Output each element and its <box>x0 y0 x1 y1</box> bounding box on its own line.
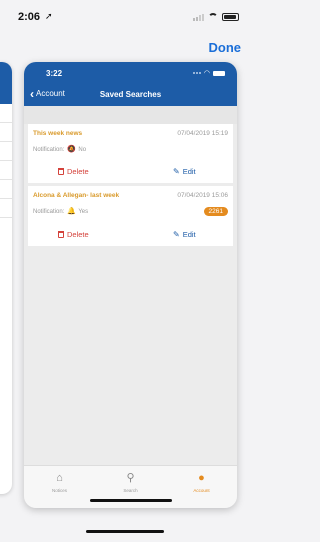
person-icon: ● <box>198 472 205 484</box>
app-preview-card[interactable]: 3:22 ◠ ‹ Account Saved Searches This wee… <box>24 62 237 508</box>
location-arrow-icon: ➚ <box>45 11 53 21</box>
notification-value: Yes <box>78 209 89 215</box>
search-icon: ⚲ <box>126 472 135 484</box>
result-count-badge: 2261 <box>203 207 228 216</box>
signal-icon <box>192 72 201 74</box>
done-button[interactable]: Done <box>209 40 242 55</box>
system-status-icons <box>193 13 239 21</box>
app-status-icons: ◠ <box>192 69 225 77</box>
trash-icon <box>58 168 64 175</box>
saved-search-item[interactable]: This week news 07/04/2019 15:19 Notifica… <box>28 124 233 183</box>
bell-icon: 🔔 <box>67 208 77 215</box>
home-icon: ⌂ <box>56 472 63 484</box>
notification-status: Notification: 🔔 Yes <box>33 208 88 216</box>
delete-button[interactable]: Delete <box>58 167 89 176</box>
trash-icon <box>58 231 64 238</box>
search-title: This week news <box>33 130 83 137</box>
wifi-icon <box>208 13 218 21</box>
search-date: 07/04/2019 15:06 <box>177 192 228 199</box>
notification-value: No <box>78 147 87 153</box>
system-time: 2:06 <box>18 11 41 23</box>
page-title: Saved Searches <box>99 90 162 99</box>
list-header-spacer <box>24 106 237 124</box>
tab-bar: ⌂ Notices ⚲ Search ● Account <box>24 465 237 508</box>
tab-label: Search <box>123 488 138 493</box>
battery-icon <box>222 13 239 21</box>
system-status-bar: 2:06 ➚ <box>0 0 249 30</box>
edit-button[interactable]: ✎ Edit <box>173 167 196 176</box>
delete-label: Delete <box>67 230 89 239</box>
navigation-bar: 3:22 ◠ ‹ Account Saved Searches <box>24 62 237 106</box>
search-title: Alcona & Allegan- last week <box>33 192 120 199</box>
tab-account[interactable]: ● Account <box>166 472 237 493</box>
cellular-signal-icon <box>193 13 204 21</box>
pencil-icon: ✎ <box>173 167 180 176</box>
app-home-indicator <box>90 499 172 502</box>
battery-icon <box>213 70 225 76</box>
edit-button[interactable]: ✎ Edit <box>173 230 196 239</box>
tab-search[interactable]: ⚲ Search <box>95 472 166 493</box>
wifi-icon: ◠ <box>203 70 210 77</box>
system-home-indicator[interactable] <box>86 530 164 533</box>
pencil-icon: ✎ <box>173 230 180 239</box>
edit-label: Edit <box>182 167 196 176</box>
notification-label: Notification: <box>33 147 65 153</box>
background-app-card[interactable] <box>0 62 12 494</box>
search-date: 07/04/2019 15:19 <box>177 130 228 137</box>
delete-label: Delete <box>67 167 89 176</box>
tab-label: Account <box>193 488 210 493</box>
tab-notices[interactable]: ⌂ Notices <box>24 472 95 493</box>
edit-label: Edit <box>182 230 196 239</box>
saved-search-item[interactable]: Alcona & Allegan- last week 07/04/2019 1… <box>28 186 233 246</box>
delete-button[interactable]: Delete <box>58 230 89 239</box>
notification-label: Notification: <box>33 209 65 215</box>
app-status-time: 3:22 <box>46 69 63 78</box>
bell-off-icon: 🔕 <box>67 146 77 153</box>
tab-label: Notices <box>51 488 67 493</box>
notification-status: Notification: 🔕 No <box>33 146 86 154</box>
